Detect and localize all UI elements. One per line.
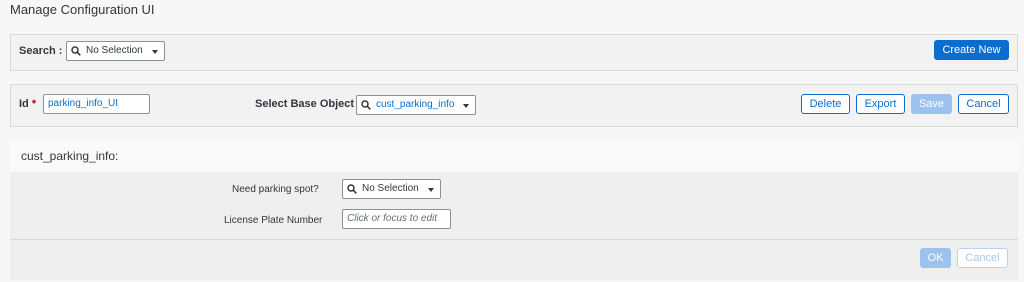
divider: [10, 239, 1018, 240]
parking-spot-select-value: No Selection: [362, 183, 419, 194]
search-icon: [71, 46, 81, 56]
page-title: Manage Configuration UI: [10, 2, 155, 17]
chevron-down-icon: [152, 50, 158, 54]
id-label-text: Id: [19, 98, 29, 110]
save-button[interactable]: Save: [911, 94, 952, 114]
id-input[interactable]: parking_info_UI: [43, 94, 150, 114]
search-label: Search :: [19, 45, 63, 57]
export-button[interactable]: Export: [856, 94, 905, 114]
form-cancel-button[interactable]: Cancel: [957, 248, 1008, 268]
base-object-label: Select Base Object: [255, 98, 355, 110]
parking-spot-select[interactable]: No Selection: [342, 179, 441, 199]
id-label: Id *: [19, 98, 36, 110]
search-icon: [361, 100, 371, 110]
section-header: cust_parking_info:: [10, 140, 1018, 172]
required-mark: *: [31, 98, 37, 110]
cancel-button[interactable]: Cancel: [958, 94, 1009, 114]
chevron-down-icon: [428, 188, 434, 192]
license-plate-label: License Plate Number: [224, 215, 323, 226]
ok-button[interactable]: OK: [920, 248, 951, 268]
base-object-select[interactable]: cust_parking_info: [356, 95, 476, 115]
section-title: cust_parking_info:: [21, 149, 119, 163]
search-panel: Search : No Selection Create New: [10, 34, 1018, 71]
parking-spot-label: Need parking spot?: [232, 184, 319, 195]
base-object-select-value: cust_parking_info: [376, 99, 455, 110]
search-select-value: No Selection: [86, 45, 143, 56]
create-new-button[interactable]: Create New: [934, 40, 1009, 60]
search-icon: [347, 184, 357, 194]
search-select[interactable]: No Selection: [66, 41, 165, 61]
chevron-down-icon: [463, 104, 469, 108]
delete-button[interactable]: Delete: [801, 94, 850, 114]
form-area: Need parking spot? No Selection License …: [10, 172, 1018, 280]
license-plate-input[interactable]: Click or focus to edit: [342, 209, 451, 229]
id-panel: Id * parking_info_UI Select Base Object …: [10, 84, 1018, 127]
